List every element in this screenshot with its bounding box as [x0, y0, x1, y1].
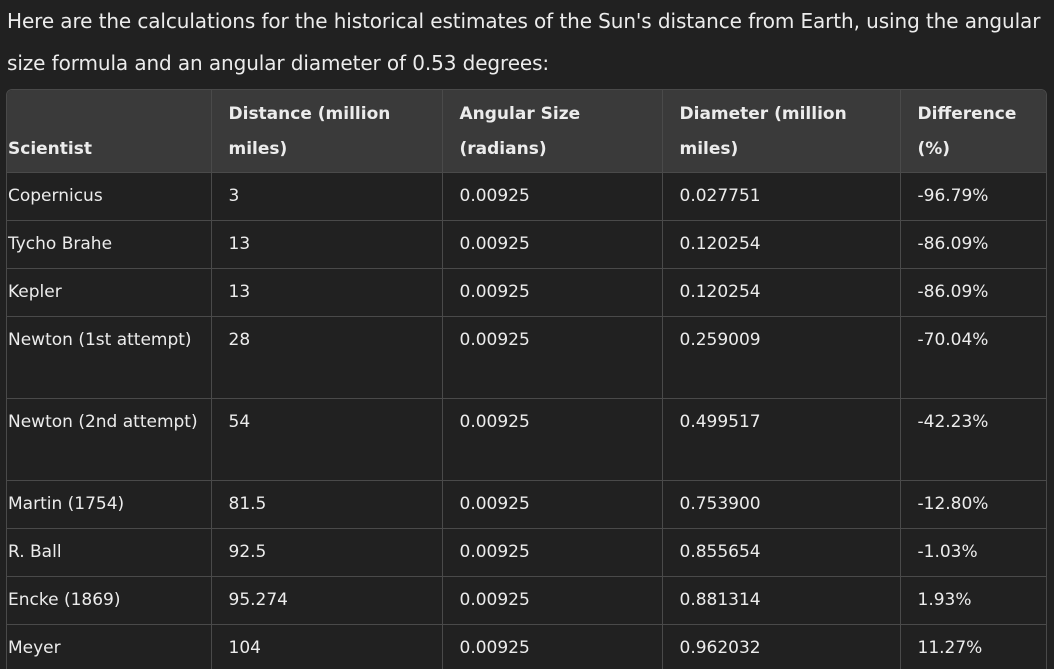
cell-difference: 1.93%	[900, 576, 1046, 625]
results-table-container: Scientist Distance (million miles) Angul…	[6, 89, 1047, 669]
cell-angular-size: 0.00925	[442, 220, 663, 269]
table-body: Copernicus 3 0.00925 0.027751 -96.79% Ty…	[7, 172, 1046, 669]
cell-distance: 104	[211, 624, 443, 669]
cell-angular-size: 0.00925	[442, 398, 663, 481]
cell-difference: -86.09%	[900, 268, 1046, 317]
cell-diameter: 0.962032	[662, 624, 901, 669]
cell-scientist: Meyer	[7, 624, 212, 669]
cell-scientist: Newton (2nd attempt)	[7, 398, 212, 481]
header-angular-size: Angular Size (radians)	[442, 90, 663, 173]
cell-scientist: Copernicus	[7, 172, 212, 221]
cell-scientist: Kepler	[7, 268, 212, 317]
cell-diameter: 0.881314	[662, 576, 901, 625]
cell-difference: 11.27%	[900, 624, 1046, 669]
cell-distance: 13	[211, 220, 443, 269]
cell-angular-size: 0.00925	[442, 576, 663, 625]
cell-diameter: 0.120254	[662, 220, 901, 269]
cell-scientist: Martin (1754)	[7, 480, 212, 529]
cell-diameter: 0.753900	[662, 480, 901, 529]
table-row: Martin (1754) 81.5 0.00925 0.753900 -12.…	[7, 480, 1046, 529]
header-row: Scientist Distance (million miles) Angul…	[7, 90, 1046, 173]
header-difference: Difference (%)	[917, 104, 1017, 159]
table-row: Meyer 104 0.00925 0.962032 11.27%	[7, 624, 1046, 669]
cell-distance: 92.5	[211, 528, 443, 577]
cell-diameter: 0.499517	[662, 398, 901, 481]
cell-angular-size: 0.00925	[442, 480, 663, 529]
table-header: Scientist Distance (million miles) Angul…	[7, 90, 1046, 173]
cell-distance: 95.274	[211, 576, 443, 625]
cell-difference: -70.04%	[900, 316, 1046, 399]
cell-distance: 13	[211, 268, 443, 317]
cell-diameter: 0.259009	[662, 316, 901, 399]
cell-scientist: Tycho Brahe	[7, 220, 212, 269]
cell-angular-size: 0.00925	[442, 172, 663, 221]
cell-difference: -1.03%	[900, 528, 1046, 577]
cell-distance: 54	[211, 398, 443, 481]
header-diameter: Diameter (million miles)	[662, 90, 901, 173]
cell-scientist: Newton (1st attempt)	[7, 316, 212, 399]
cell-angular-size: 0.00925	[442, 528, 663, 577]
header-scientist: Scientist	[7, 90, 212, 173]
cell-difference: -42.23%	[900, 398, 1046, 481]
table-row: Copernicus 3 0.00925 0.027751 -96.79%	[7, 172, 1046, 221]
cell-difference: -12.80%	[900, 480, 1046, 529]
table-row: Tycho Brahe 13 0.00925 0.120254 -86.09%	[7, 220, 1046, 269]
cell-distance: 3	[211, 172, 443, 221]
table-row: R. Ball 92.5 0.00925 0.855654 -1.03%	[7, 528, 1046, 577]
table-row: Newton (1st attempt) 28 0.00925 0.259009…	[7, 316, 1046, 399]
cell-scientist: Encke (1869)	[7, 576, 212, 625]
results-table: Scientist Distance (million miles) Angul…	[7, 90, 1046, 669]
cell-distance: 28	[211, 316, 443, 399]
intro-text: Here are the calculations for the histor…	[7, 9, 1041, 75]
cell-difference: -86.09%	[900, 220, 1046, 269]
cell-diameter: 0.120254	[662, 268, 901, 317]
table-row: Encke (1869) 95.274 0.00925 0.881314 1.9…	[7, 576, 1046, 625]
cell-diameter: 0.855654	[662, 528, 901, 577]
cell-difference: -96.79%	[900, 172, 1046, 221]
cell-angular-size: 0.00925	[442, 624, 663, 669]
cell-scientist: R. Ball	[7, 528, 212, 577]
cell-diameter: 0.027751	[662, 172, 901, 221]
table-row: Newton (2nd attempt) 54 0.00925 0.499517…	[7, 398, 1046, 481]
cell-angular-size: 0.00925	[442, 268, 663, 317]
table-row: Kepler 13 0.00925 0.120254 -86.09%	[7, 268, 1046, 317]
cell-distance: 81.5	[211, 480, 443, 529]
header-distance: Distance (million miles)	[211, 90, 443, 173]
cell-angular-size: 0.00925	[442, 316, 663, 399]
